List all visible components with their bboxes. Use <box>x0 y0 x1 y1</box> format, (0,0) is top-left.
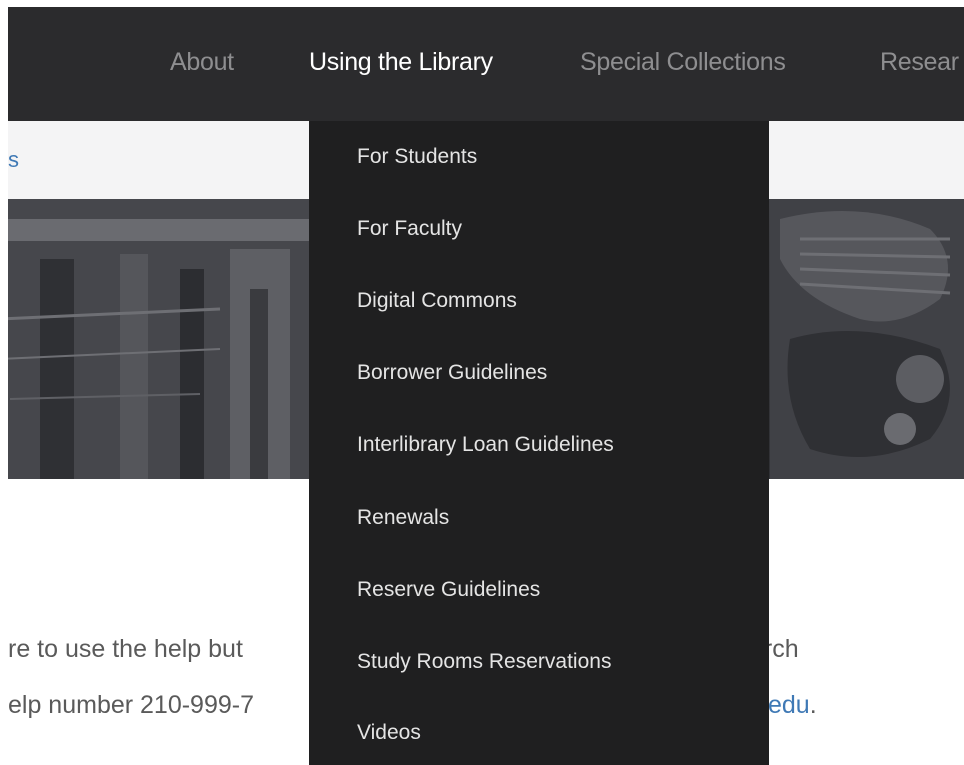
dropdown-item-reserve-guidelines[interactable]: Reserve Guidelines <box>357 576 540 604</box>
dropdown-item-study-rooms-reservations[interactable]: Study Rooms Reservations <box>357 648 611 676</box>
dropdown-item-for-students[interactable]: For Students <box>357 143 477 171</box>
dropdown-item-interlibrary-loan-guidelines[interactable]: Interlibrary Loan Guidelines <box>357 431 614 459</box>
body-text-line-1: re to use the help but <box>8 635 243 663</box>
top-navigation-bar: About Using the Library Special Collecti… <box>0 7 964 121</box>
body-text-line-2-end: edu. <box>768 689 817 721</box>
email-link[interactable]: edu <box>768 691 810 719</box>
dropdown-item-for-faculty[interactable]: For Faculty <box>357 215 462 243</box>
body-text-line-2: elp number 210-999-7 <box>8 691 254 719</box>
nav-item-about[interactable]: About <box>170 46 234 78</box>
page: About Using the Library Special Collecti… <box>0 0 964 765</box>
dropdown-item-borrower-guidelines[interactable]: Borrower Guidelines <box>357 359 547 387</box>
dropdown-item-digital-commons[interactable]: Digital Commons <box>357 287 517 315</box>
dropdown-item-renewals[interactable]: Renewals <box>357 504 449 532</box>
line-punctuation: . <box>809 691 817 719</box>
nav-item-special-collections[interactable]: Special Collections <box>580 46 786 78</box>
nav-item-using-the-library[interactable]: Using the Library <box>309 46 493 78</box>
nav-item-research[interactable]: Resear <box>880 46 959 78</box>
breadcrumb-link[interactable]: s <box>8 147 19 173</box>
using-the-library-dropdown-menu: For Students For Faculty Digital Commons… <box>309 121 769 765</box>
left-edge-strip <box>0 0 8 765</box>
dropdown-item-videos[interactable]: Videos <box>357 719 421 747</box>
